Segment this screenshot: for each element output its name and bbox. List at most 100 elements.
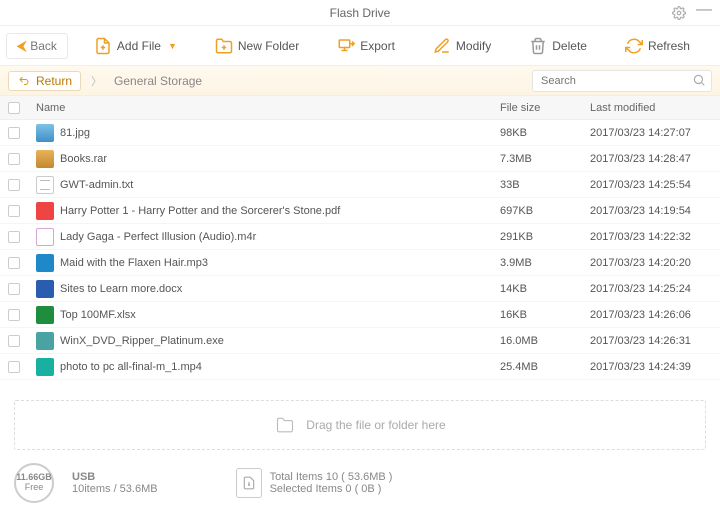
checkbox-icon[interactable] <box>8 361 20 373</box>
checkbox-icon[interactable] <box>8 127 20 139</box>
back-label: Back <box>30 39 57 53</box>
file-type-icon <box>36 306 54 324</box>
file-size: 98KB <box>500 127 590 139</box>
file-type-icon <box>36 228 54 246</box>
file-name-cell[interactable]: Maid with the Flaxen Hair.mp3 <box>28 254 500 272</box>
selected-items-line: Selected Items 0 ( 0B ) <box>270 483 393 495</box>
table-row[interactable]: Maid with the Flaxen Hair.mp3 3.9MB2017/0… <box>0 250 720 276</box>
search-icon[interactable] <box>692 73 706 87</box>
file-name: Maid with the Flaxen Hair.mp3 <box>60 257 208 269</box>
file-name: Top 100MF.xlsx <box>60 309 136 321</box>
return-label: Return <box>36 74 72 88</box>
file-name: photo to pc all-final-m_1.mp4 <box>60 361 202 373</box>
checkbox-icon[interactable] <box>8 335 20 347</box>
table-row[interactable]: photo to pc all-final-m_1.mp425.4MB2017/… <box>0 354 720 380</box>
file-name: Sites to Learn more.docx <box>60 283 182 295</box>
checkbox-icon[interactable] <box>8 283 20 295</box>
table-row[interactable]: Lady Gaga - Perfect Illusion (Audio).m4r… <box>0 224 720 250</box>
back-button[interactable]: ⮜ Back <box>6 33 68 59</box>
table-row[interactable]: 81.jpg 98KB2017/03/23 14:27:07 <box>0 120 720 146</box>
modify-button[interactable]: Modify <box>425 33 499 59</box>
minimize-icon[interactable]: — <box>696 1 712 19</box>
row-checkbox[interactable] <box>0 127 28 139</box>
search-box <box>532 70 712 92</box>
breadcrumb-path[interactable]: General Storage <box>114 74 202 88</box>
export-icon <box>337 37 355 55</box>
col-modified-header[interactable]: Last modified <box>590 102 720 114</box>
file-name-cell[interactable]: Harry Potter 1 - Harry Potter and the So… <box>28 202 500 220</box>
modify-label: Modify <box>456 39 491 53</box>
checkbox-icon[interactable] <box>8 179 20 191</box>
col-size-header[interactable]: File size <box>500 102 590 114</box>
table-row[interactable]: GWT-admin.txt33B2017/03/23 14:25:54 <box>0 172 720 198</box>
row-checkbox[interactable] <box>0 205 28 217</box>
table-row[interactable]: Top 100MF.xlsx16KB2017/03/23 14:26:06 <box>0 302 720 328</box>
disk-usage-gauge: 11.66GB Free <box>14 463 54 503</box>
checkbox-icon[interactable] <box>8 205 20 217</box>
col-name-header[interactable]: Name <box>28 102 500 114</box>
export-button[interactable]: Export <box>329 33 403 59</box>
row-checkbox[interactable] <box>0 335 28 347</box>
file-type-icon <box>36 332 54 350</box>
drop-zone[interactable]: Drag the file or folder here <box>14 400 706 450</box>
window-controls: — <box>672 0 712 25</box>
file-name-cell[interactable]: photo to pc all-final-m_1.mp4 <box>28 358 500 376</box>
file-modified: 2017/03/23 14:27:07 <box>590 127 720 139</box>
file-size: 697KB <box>500 205 590 217</box>
file-name-cell[interactable]: Sites to Learn more.docx <box>28 280 500 298</box>
checkbox-icon[interactable] <box>8 231 20 243</box>
search-input[interactable] <box>532 70 712 92</box>
file-name-cell[interactable]: Books.rar <box>28 150 500 168</box>
row-checkbox[interactable] <box>0 283 28 295</box>
row-checkbox[interactable] <box>0 179 28 191</box>
row-checkbox[interactable] <box>0 153 28 165</box>
file-size: 3.9MB <box>500 257 590 269</box>
drive-summary: 10items / 53.6MB <box>72 483 158 495</box>
checkbox-icon[interactable] <box>8 102 20 114</box>
file-name: Harry Potter 1 - Harry Potter and the So… <box>60 205 340 217</box>
file-name: 81.jpg <box>60 127 90 139</box>
table-row[interactable]: WinX_DVD_Ripper_Platinum.exe16.0MB2017/0… <box>0 328 720 354</box>
file-size: 33B <box>500 179 590 191</box>
add-file-icon <box>94 37 112 55</box>
checkbox-icon[interactable] <box>8 309 20 321</box>
file-name-cell[interactable]: Top 100MF.xlsx <box>28 306 500 324</box>
select-all-col[interactable] <box>0 102 28 114</box>
row-checkbox[interactable] <box>0 257 28 269</box>
row-checkbox[interactable] <box>0 309 28 321</box>
file-type-icon <box>36 280 54 298</box>
file-name: Lady Gaga - Perfect Illusion (Audio).m4r <box>60 231 256 243</box>
refresh-button[interactable]: Refresh <box>617 33 698 59</box>
checkbox-icon[interactable] <box>8 153 20 165</box>
new-folder-button[interactable]: New Folder <box>207 33 307 59</box>
file-size: 25.4MB <box>500 361 590 373</box>
table-row[interactable]: Harry Potter 1 - Harry Potter and the So… <box>0 198 720 224</box>
delete-button[interactable]: Delete <box>521 33 595 59</box>
file-type-icon <box>36 124 54 142</box>
file-type-icon <box>36 202 54 220</box>
return-button[interactable]: Return <box>8 71 81 91</box>
file-name-cell[interactable]: WinX_DVD_Ripper_Platinum.exe <box>28 332 500 350</box>
settings-icon[interactable] <box>672 6 686 20</box>
checkbox-icon[interactable] <box>8 257 20 269</box>
file-size: 16KB <box>500 309 590 321</box>
modify-icon <box>433 37 451 55</box>
add-file-button[interactable]: Add File ▼ <box>86 33 185 59</box>
return-icon <box>17 75 31 87</box>
table-row[interactable]: Books.rar7.3MB2017/03/23 14:28:47 <box>0 146 720 172</box>
file-modified: 2017/03/23 14:20:20 <box>590 257 720 269</box>
row-checkbox[interactable] <box>0 361 28 373</box>
row-checkbox[interactable] <box>0 231 28 243</box>
file-name-cell[interactable]: GWT-admin.txt <box>28 176 500 194</box>
refresh-icon <box>625 37 643 55</box>
file-type-icon <box>36 150 54 168</box>
file-modified: 2017/03/23 14:22:32 <box>590 231 720 243</box>
drop-hint: Drag the file or folder here <box>306 418 445 432</box>
file-size: 7.3MB <box>500 153 590 165</box>
file-name-cell[interactable]: 81.jpg <box>28 124 500 142</box>
file-modified: 2017/03/23 14:28:47 <box>590 153 720 165</box>
new-folder-label: New Folder <box>238 39 299 53</box>
file-modified: 2017/03/23 14:26:31 <box>590 335 720 347</box>
file-name-cell[interactable]: Lady Gaga - Perfect Illusion (Audio).m4r <box>28 228 500 246</box>
table-row[interactable]: Sites to Learn more.docx14KB2017/03/23 1… <box>0 276 720 302</box>
